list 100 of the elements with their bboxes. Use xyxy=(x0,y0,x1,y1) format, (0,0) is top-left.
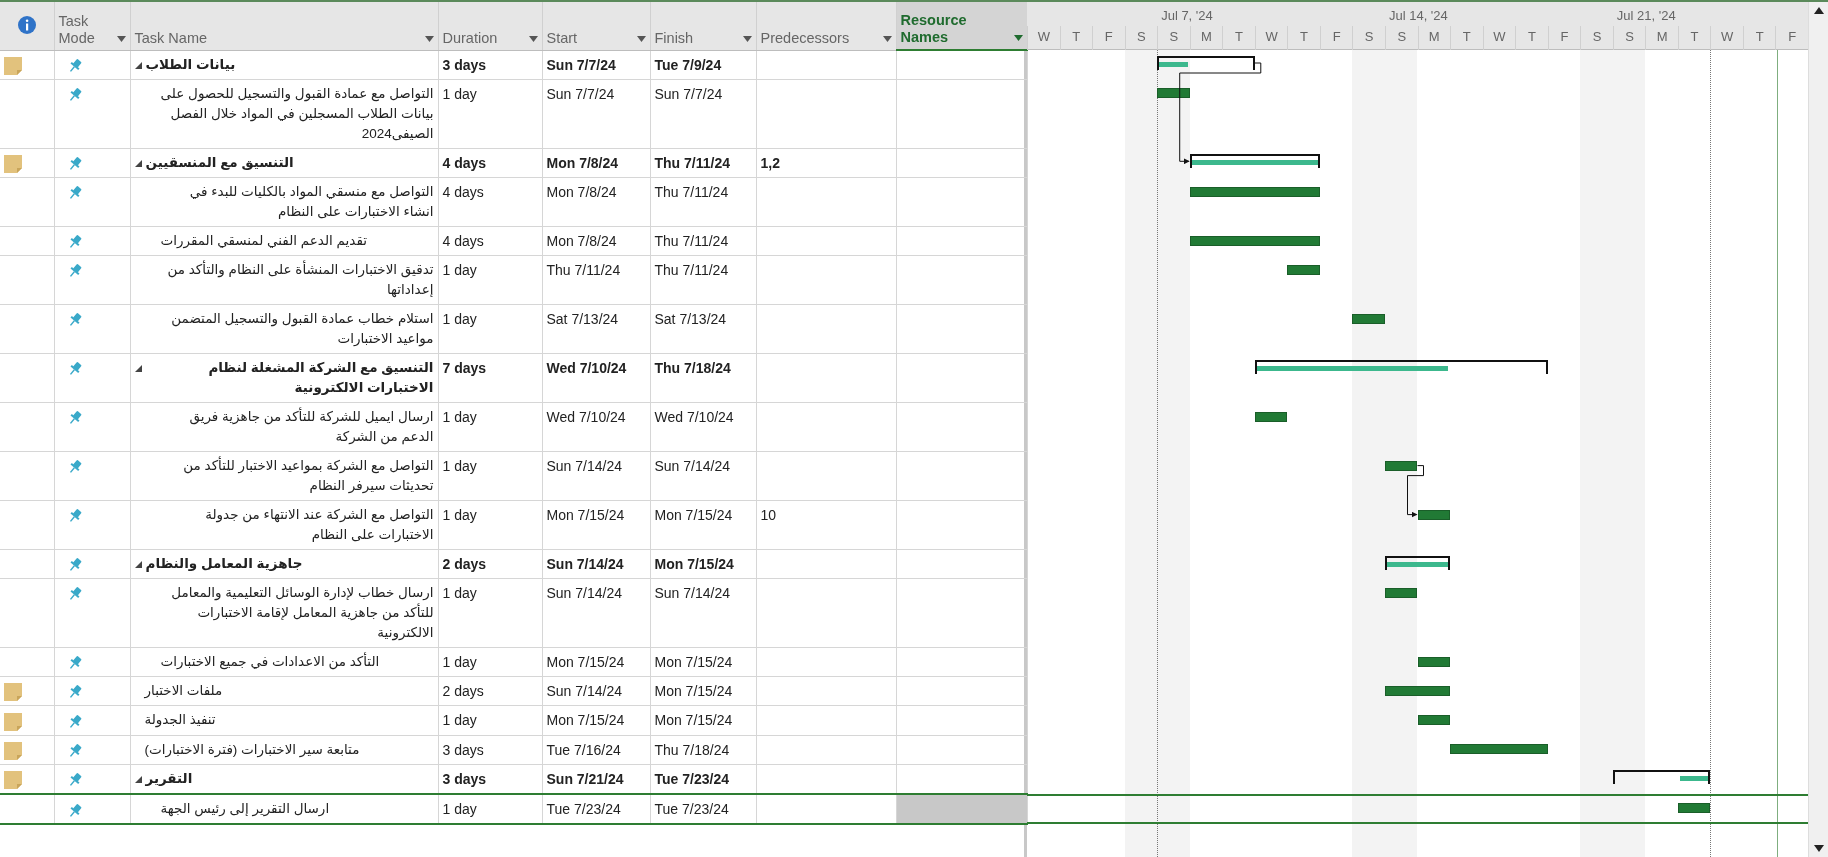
start-date: Sun 7/21/24 xyxy=(542,764,650,795)
start-date: Thu 7/11/24 xyxy=(542,255,650,305)
day-label: W xyxy=(1027,26,1060,50)
finish-date: Sat 7/13/24 xyxy=(650,304,756,354)
duration-value: 2 days xyxy=(438,549,542,579)
task-name: التنسيق مع المنسقيين xyxy=(145,153,294,172)
info-icon xyxy=(17,16,36,35)
duration-value: 7 days xyxy=(438,353,542,403)
week-label: Jul 14, '24 xyxy=(1388,7,1448,25)
collapse-triangle-icon[interactable] xyxy=(134,561,142,569)
duration-value: 3 days xyxy=(438,50,542,80)
duration-value: 1 day xyxy=(438,79,542,149)
task-name: ارسال التقرير إلى رئيس الجهة xyxy=(160,800,330,819)
duration-value: 1 day xyxy=(438,304,542,354)
task-name: تقديم الدعم الفني لمنسقي المقررات xyxy=(160,232,367,251)
finish-date: Thu 7/11/24 xyxy=(650,226,756,256)
dropdown-arrow-icon[interactable] xyxy=(116,35,126,42)
dropdown-arrow-icon[interactable] xyxy=(882,35,892,42)
start-date: Sun 7/14/24 xyxy=(542,578,650,648)
finish-date: Sun 7/14/24 xyxy=(650,451,756,501)
dropdown-arrow-icon[interactable] xyxy=(1013,35,1023,41)
dropdown-arrow-icon[interactable] xyxy=(424,35,434,42)
day-label: T xyxy=(1742,26,1776,50)
finish-date: Sun 7/14/24 xyxy=(650,578,756,648)
start-date: Sun 7/14/24 xyxy=(542,451,650,501)
task-name: ملفات الاختبار xyxy=(144,682,223,701)
start-date: Wed 7/10/24 xyxy=(542,402,650,452)
day-label: T xyxy=(1222,26,1255,50)
predecessors-value: 1,2 xyxy=(756,148,896,178)
duration-value: 4 days xyxy=(438,226,542,256)
start-date: Sun 7/14/24 xyxy=(542,549,650,579)
duration-value: 2 days xyxy=(438,676,542,706)
dropdown-arrow-icon[interactable] xyxy=(636,35,646,42)
task-name: التواصل مع الشركة عند الانتهاء من جدولة الاختبارات على النظام xyxy=(204,506,434,545)
duration-value: 3 days xyxy=(438,735,542,765)
task-name: استلام خطاب عمادة القبول والتسجيل المتضمن مواعيد الاختبارات xyxy=(170,310,434,349)
column-header[interactable]: Start xyxy=(546,29,578,47)
duration-value: 1 day xyxy=(438,255,542,305)
start-date: Tue 7/16/24 xyxy=(542,735,650,765)
duration-value: 1 day xyxy=(438,402,542,452)
duration-value: 1 day xyxy=(438,647,542,677)
task-bar xyxy=(1417,714,1451,725)
collapse-triangle-icon[interactable] xyxy=(134,365,142,373)
task-name: ارسال خطاب لإدارة الوسائل التعليمية والمعامل للتأكد من جاهزية المعامل لإقامة الاختبارات الالكترونية xyxy=(170,584,434,643)
day-label: T xyxy=(1287,26,1320,50)
collapse-triangle-icon[interactable] xyxy=(134,61,142,69)
finish-date: Tue 7/23/24 xyxy=(650,794,756,825)
predecessors-value: 10 xyxy=(756,500,896,550)
day-label: F xyxy=(1547,26,1581,50)
column-header[interactable]: Task Name xyxy=(134,29,208,47)
resource-cell[interactable] xyxy=(896,794,1027,825)
start-date: Mon 7/8/24 xyxy=(542,148,650,178)
task-name: بيانات الطلاب xyxy=(145,55,236,74)
task-name: تنفيذ الجدولة xyxy=(144,711,216,730)
day-label: F xyxy=(1319,26,1353,50)
start-date: Sun 7/7/24 xyxy=(542,50,650,80)
collapse-triangle-icon[interactable] xyxy=(134,776,142,783)
start-date: Sat 7/13/24 xyxy=(542,304,650,354)
task-bar xyxy=(1254,411,1288,422)
day-label: W xyxy=(1710,26,1743,50)
day-label: T xyxy=(1677,26,1711,50)
duration-value: 1 day xyxy=(438,451,542,501)
task-bar xyxy=(1417,509,1451,520)
start-date: Wed 7/10/24 xyxy=(542,353,650,403)
day-label: M xyxy=(1189,26,1223,50)
finish-date: Mon 7/15/24 xyxy=(650,549,756,579)
scroll-down-icon[interactable] xyxy=(1813,845,1824,853)
start-date: Sun 7/7/24 xyxy=(542,79,650,149)
start-date: Mon 7/8/24 xyxy=(542,177,650,227)
task-name: التواصل مع منسقي المواد بالكليات للبدء في انشاء الاختبارات على النظام xyxy=(188,183,434,222)
task-name: متابعة سير الاختبارات (فترة الاختبارات) xyxy=(144,740,360,760)
task-name: التقرير xyxy=(145,770,193,788)
finish-date: Tue 7/9/24 xyxy=(650,50,756,80)
day-label: W xyxy=(1254,26,1288,50)
day-label: F xyxy=(1775,26,1808,50)
collapse-triangle-icon[interactable] xyxy=(134,159,142,167)
vertical-scrollbar[interactable] xyxy=(1808,2,1828,857)
scroll-up-icon[interactable] xyxy=(1813,6,1824,14)
task-bar xyxy=(1287,264,1320,275)
link-arrow xyxy=(1407,465,1424,518)
start-date: Mon 7/8/24 xyxy=(542,226,650,256)
start-date: Mon 7/15/24 xyxy=(542,705,650,736)
dropdown-arrow-icon[interactable] xyxy=(528,35,538,42)
day-label: M xyxy=(1417,26,1451,50)
task-name: التنسيق مع الشركة المشغلة لنظام الاختبارات الالكترونية xyxy=(207,359,434,398)
task-bar xyxy=(1384,460,1418,471)
finish-date: Tue 7/23/24 xyxy=(650,764,756,795)
dropdown-arrow-icon[interactable] xyxy=(742,35,752,42)
task-bar xyxy=(1417,656,1451,667)
duration-value: 4 days xyxy=(438,148,542,178)
finish-date: Thu 7/11/24 xyxy=(650,177,756,227)
duration-value: 1 day xyxy=(438,705,542,736)
task-bar xyxy=(1677,803,1711,814)
duration-value: 1 day xyxy=(438,500,542,550)
week-label: Jul 7, '24 xyxy=(1161,7,1213,25)
finish-date: Thu 7/18/24 xyxy=(650,353,756,403)
start-date: Mon 7/15/24 xyxy=(542,500,650,550)
column-header[interactable]: Finish xyxy=(654,29,694,47)
finish-date: Thu 7/18/24 xyxy=(650,735,756,765)
day-label: W xyxy=(1482,26,1516,50)
